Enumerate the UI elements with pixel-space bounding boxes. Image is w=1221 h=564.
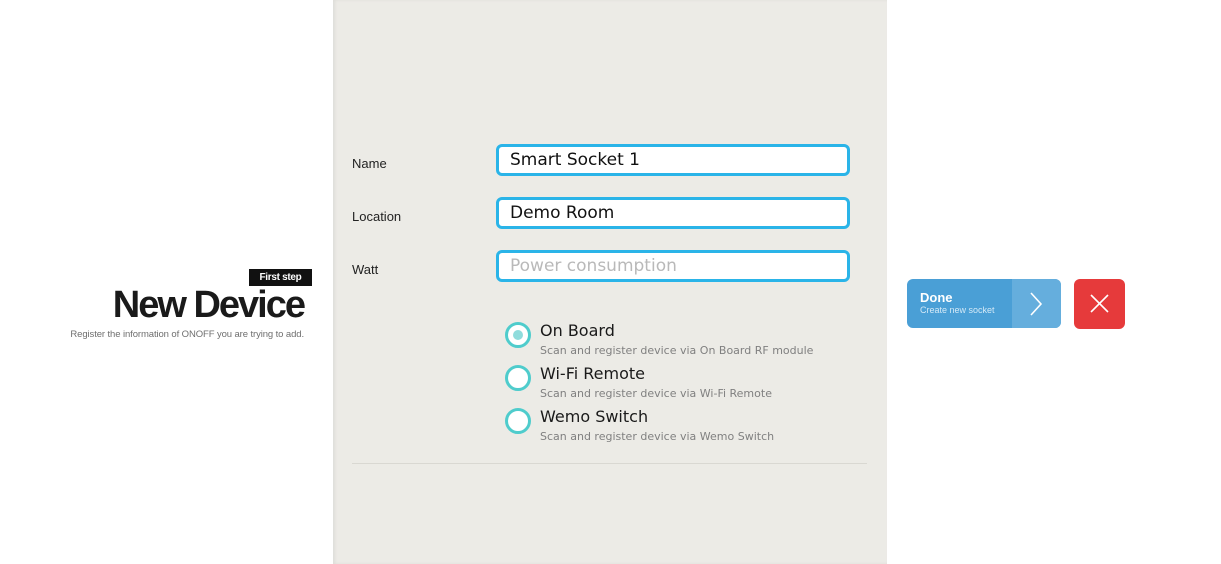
radio-selected-icon[interactable] [505,322,531,348]
option-title: On Board [540,321,615,340]
close-button[interactable] [1074,279,1125,329]
radio-icon[interactable] [505,365,531,391]
device-form-panel: Name Location Watt On Board Scan and reg… [333,0,887,564]
form-divider [352,463,867,464]
registration-method-options: On Board Scan and register device via On… [505,320,865,449]
option-title: Wemo Switch [540,407,649,426]
page-title: New Device [112,284,306,326]
option-description: Scan and register device via Wemo Switch [540,430,775,443]
done-button[interactable]: Done Create new socket [907,279,1061,328]
option-wemo-switch[interactable]: Wemo Switch Scan and register device via… [505,406,865,449]
close-icon [1090,294,1109,313]
option-title: Wi-Fi Remote [540,364,645,383]
option-description: Scan and register device via Wi-Fi Remot… [540,387,772,400]
location-label: Location [352,209,402,224]
option-description: Scan and register device via On Board RF… [540,344,814,357]
new-device-page: First step New Device Register the infor… [0,0,1221,564]
watt-input[interactable] [496,250,850,282]
name-label: Name [352,156,387,171]
option-wifi-remote[interactable]: Wi-Fi Remote Scan and register device vi… [505,363,865,406]
title-block: First step New Device Register the infor… [0,0,333,564]
location-input[interactable] [496,197,850,229]
done-label: Done [920,290,953,305]
radio-icon[interactable] [505,408,531,434]
page-subtitle: Register the information of ONOFF you ar… [70,329,304,340]
chevron-right-icon [1012,279,1061,328]
watt-label: Watt [352,262,379,277]
name-input[interactable] [496,144,850,176]
option-on-board[interactable]: On Board Scan and register device via On… [505,320,865,363]
done-sublabel: Create new socket [920,305,995,315]
